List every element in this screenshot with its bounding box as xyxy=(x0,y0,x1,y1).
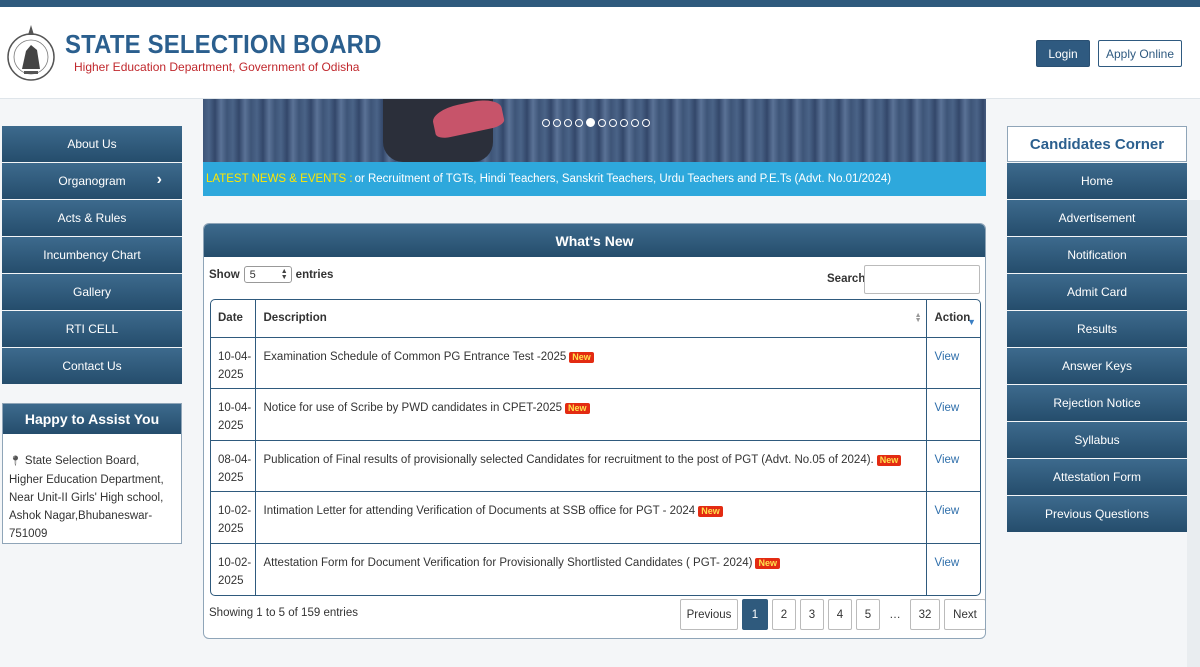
row-date: 10-04-2025 xyxy=(211,337,255,390)
page-button-5[interactable]: 5 xyxy=(856,599,880,630)
left-navigation: About Us Organogram › Acts & Rules Incumb… xyxy=(2,126,182,385)
carousel-dot[interactable] xyxy=(598,119,606,127)
column-header-description[interactable]: Description ▲ ▼ xyxy=(254,300,926,338)
site-subtitle: Higher Education Department, Government … xyxy=(74,60,360,74)
nav-item-organogram[interactable]: Organogram › xyxy=(2,163,182,199)
top-accent-bar xyxy=(0,0,1200,7)
carousel-dot[interactable] xyxy=(631,119,639,127)
row-description: Notice for use of Scribe by PWD candidat… xyxy=(254,388,926,441)
row-description: Publication of Final results of provisio… xyxy=(254,440,926,493)
showing-entries-text: Showing 1 to 5 of 159 entries xyxy=(209,607,358,619)
site-header: STATE SELECTION BOARD Higher Education D… xyxy=(0,7,1200,99)
page-button-2[interactable]: 2 xyxy=(772,599,796,630)
carousel-dot-active[interactable] xyxy=(586,118,595,127)
nav-item-incumbency-chart[interactable]: Incumbency Chart xyxy=(2,237,182,273)
chevron-right-icon: › xyxy=(156,171,162,188)
candidates-corner-title: Candidates Corner xyxy=(1007,126,1187,162)
corner-item-syllabus[interactable]: Syllabus xyxy=(1007,422,1187,458)
corner-item-notification[interactable]: Notification xyxy=(1007,237,1187,273)
carousel-dot[interactable] xyxy=(575,119,583,127)
table-row: 10-04-2025 Notice for use of Scribe by P… xyxy=(211,388,980,441)
whats-new-table: Date Description ▲ ▼ Action ▼ 10-04-2025 Ex… xyxy=(210,299,981,596)
entries-control: Show 5 ▲ ▼ entries xyxy=(209,266,333,283)
page-button-4[interactable]: 4 xyxy=(828,599,852,630)
odisha-emblem-icon xyxy=(7,25,55,81)
carousel-dot[interactable] xyxy=(620,119,628,127)
entries-select[interactable]: 5 ▲ ▼ xyxy=(243,266,292,283)
carousel-dot[interactable] xyxy=(553,119,561,127)
row-date: 10-02-2025 xyxy=(218,556,252,587)
column-header-date[interactable]: Date xyxy=(211,300,255,338)
table-row: 10-04-2025 Examination Schedule of Commo… xyxy=(211,337,980,390)
page-button-1[interactable]: 1 xyxy=(742,599,768,630)
assist-title: Happy to Assist You xyxy=(3,404,181,434)
column-header-action[interactable]: Action ▼ xyxy=(925,300,980,338)
corner-item-advertisement[interactable]: Advertisement xyxy=(1007,200,1187,236)
corner-item-attestation-form[interactable]: Attestation Form xyxy=(1007,459,1187,495)
assist-address: 📍︎ State Selection Board, Higher Educati… xyxy=(9,455,164,540)
search-input[interactable] xyxy=(864,265,980,294)
table-row: 08-04-2025 Publication of Final results … xyxy=(211,440,980,493)
nav-item-contact-us[interactable]: Contact Us xyxy=(2,348,182,384)
corner-item-admit-card[interactable]: Admit Card xyxy=(1007,274,1187,310)
row-date: 10-04-2025 xyxy=(211,388,255,441)
page-scrollbar[interactable] xyxy=(1187,200,1200,667)
pagination: Previous 1 2 3 4 5 … 32 Next xyxy=(680,599,985,630)
ticker-label: LATEST NEWS & EVENTS : xyxy=(206,173,353,185)
new-badge: New xyxy=(876,454,902,466)
sort-icon: ▲ ▼ xyxy=(914,312,922,324)
map-marker-icon: 📍︎ xyxy=(9,456,22,467)
assist-panel: Happy to Assist You 📍︎ State Selection B… xyxy=(2,403,182,544)
carousel-dot[interactable] xyxy=(609,119,617,127)
new-badge: New xyxy=(569,351,594,363)
view-link[interactable]: View xyxy=(935,351,960,363)
table-row: 10-02-2025 Attestation Form for Document… xyxy=(211,543,980,595)
carousel-dots xyxy=(542,118,650,127)
news-ticker: LATEST NEWS & EVENTS : or Recruitment of… xyxy=(203,162,986,196)
view-link[interactable]: View xyxy=(935,402,960,414)
carousel-dot[interactable] xyxy=(642,119,650,127)
row-description: Examination Schedule of Common PG Entran… xyxy=(254,337,926,390)
corner-item-previous-questions[interactable]: Previous Questions xyxy=(1007,496,1187,532)
sort-arrows-icon: ▲ ▼ xyxy=(280,267,288,281)
page-button-32[interactable]: 32 xyxy=(910,599,940,630)
nav-item-acts-rules[interactable]: Acts & Rules xyxy=(2,200,182,236)
carousel-dot[interactable] xyxy=(564,119,572,127)
panel-title: What's New xyxy=(204,224,985,257)
nav-item-rti-cell[interactable]: RTI CELL xyxy=(2,311,182,347)
site-title: STATE SELECTION BOARD xyxy=(65,29,382,59)
whats-new-panel: What's New Show 5 ▲ ▼ entries Search: Dat… xyxy=(203,223,986,639)
row-description: Intimation Letter for attending Verifica… xyxy=(254,491,926,544)
previous-page-button[interactable]: Previous xyxy=(680,599,738,630)
row-date: 10-02-2025 xyxy=(211,491,255,544)
nav-item-about-us[interactable]: About Us xyxy=(2,126,182,162)
corner-item-results[interactable]: Results xyxy=(1007,311,1187,347)
view-link[interactable]: View xyxy=(935,454,960,466)
corner-item-rejection-notice[interactable]: Rejection Notice xyxy=(1007,385,1187,421)
nav-item-gallery[interactable]: Gallery xyxy=(2,274,182,310)
page-ellipsis: … xyxy=(889,608,901,621)
sort-desc-icon: ▼ xyxy=(967,317,976,327)
view-link[interactable]: View xyxy=(935,505,960,517)
carousel-dot[interactable] xyxy=(542,119,550,127)
login-button[interactable]: Login xyxy=(1036,40,1090,67)
candidates-corner: Candidates Corner Home Advertisement Not… xyxy=(1007,126,1187,533)
page-button-3[interactable]: 3 xyxy=(800,599,824,630)
carousel-image xyxy=(203,99,986,162)
new-badge: New xyxy=(698,506,723,518)
new-badge: New xyxy=(565,403,590,415)
corner-item-home[interactable]: Home xyxy=(1007,163,1187,199)
table-row: 10-02-2025 Intimation Letter for attendi… xyxy=(211,491,980,544)
corner-item-answer-keys[interactable]: Answer Keys xyxy=(1007,348,1187,384)
new-badge: New xyxy=(755,557,780,569)
hero-carousel xyxy=(203,99,986,162)
view-link[interactable]: View xyxy=(935,557,960,569)
search-label: Search: xyxy=(827,273,870,285)
row-description: Attestation Form for Document Verificati… xyxy=(254,543,926,595)
ticker-text[interactable]: or Recruitment of TGTs, Hindi Teachers, … xyxy=(355,173,892,185)
next-page-button[interactable]: Next xyxy=(944,599,985,630)
row-date: 08-04-2025 xyxy=(211,440,255,493)
apply-online-button[interactable]: Apply Online xyxy=(1098,40,1182,67)
